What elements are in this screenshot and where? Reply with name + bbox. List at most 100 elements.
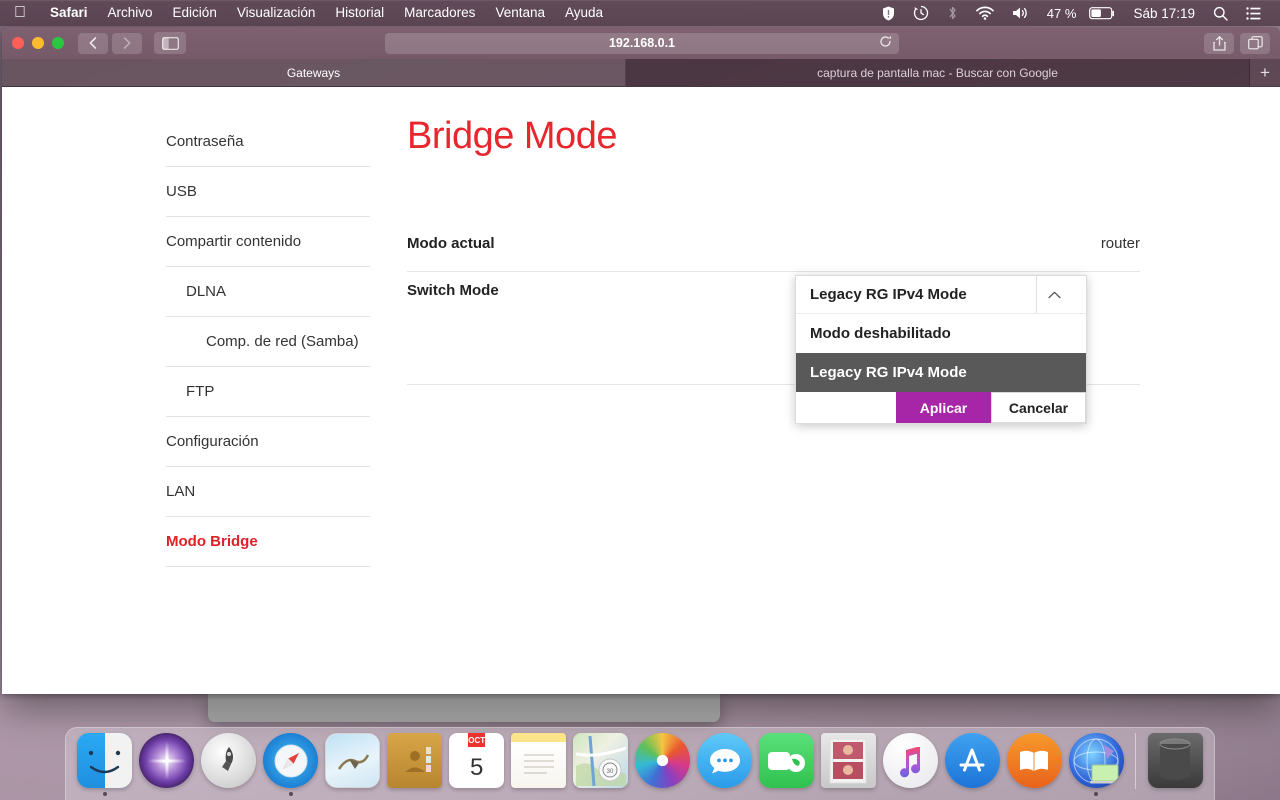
notification-center-icon[interactable] — [1237, 0, 1270, 26]
photo-booth-icon — [820, 733, 876, 788]
dock-item-messages[interactable] — [696, 733, 754, 799]
sidebar-item-dlna[interactable]: DLNA — [166, 267, 370, 317]
zoom-window-button[interactable] — [52, 37, 64, 49]
new-tab-button[interactable]: + — [1250, 59, 1280, 86]
sidebar-item-contrasena[interactable]: Contraseña — [166, 117, 370, 167]
back-button[interactable] — [78, 32, 108, 54]
menu-item-ventana[interactable]: Ventana — [485, 0, 555, 26]
calendar-day: 5 — [470, 753, 484, 781]
share-icon[interactable] — [1204, 32, 1234, 54]
dropdown-option-legacy-rg-ipv4[interactable]: Legacy RG IPv4 Mode — [796, 353, 1086, 392]
volume-icon[interactable] — [1003, 0, 1038, 26]
aplicar-button[interactable]: Aplicar — [896, 392, 991, 423]
calendar-month: OCT — [468, 733, 486, 747]
menu-item-safari[interactable]: Safari — [40, 0, 98, 26]
launchpad-icon — [201, 733, 257, 788]
sidebar-item-label: Comp. de red (Samba) — [206, 333, 359, 350]
forward-button[interactable] — [112, 32, 142, 54]
cancelar-button[interactable]: Cancelar — [991, 392, 1086, 423]
dock-item-photos[interactable] — [634, 733, 692, 799]
dock-item-mail[interactable] — [324, 733, 382, 799]
facetime-icon — [758, 733, 814, 788]
time-machine-icon[interactable] — [904, 0, 938, 26]
dock-item-calendar[interactable]: OCT 5 — [448, 733, 506, 799]
sidebar-item-label: Modo Bridge — [166, 533, 258, 550]
siri-icon — [139, 733, 195, 788]
ibooks-icon — [1006, 733, 1062, 788]
router-settings-sidebar: Contraseña USB Compartir contenido DLNA … — [2, 87, 372, 694]
battery-icon[interactable] — [1080, 0, 1124, 26]
tab-overview-icon[interactable] — [1240, 32, 1270, 54]
modo-actual-label: Modo actual — [407, 235, 495, 252]
tab-google-search[interactable]: captura de pantalla mac - Buscar con Goo… — [626, 59, 1250, 86]
photos-icon — [635, 733, 691, 788]
dock-item-facetime[interactable] — [757, 733, 815, 799]
itunes-icon — [882, 733, 938, 788]
sidebar-item-configuracion[interactable]: Configuración — [166, 417, 370, 467]
clock-label[interactable]: Sáb 17:19 — [1124, 6, 1204, 21]
browser-tab-bar: Gateways captura de pantalla mac - Busca… — [2, 59, 1280, 87]
sidebar-item-samba[interactable]: Comp. de red (Samba) — [166, 317, 370, 367]
sidebar-item-ftp[interactable]: FTP — [166, 367, 370, 417]
wifi-icon[interactable] — [967, 0, 1003, 26]
dock-item-safari[interactable] — [262, 733, 320, 799]
sidebar-item-usb[interactable]: USB — [166, 167, 370, 217]
dock-item-app-store[interactable] — [943, 733, 1001, 799]
background-window[interactable] — [208, 692, 720, 722]
dock-item-trash[interactable] — [1146, 733, 1204, 799]
row-modo-actual: Modo actual router — [407, 216, 1140, 272]
menu-item-edicion[interactable]: Edición — [163, 0, 227, 26]
mail-icon — [325, 733, 381, 788]
spotlight-search-icon[interactable] — [1204, 0, 1237, 26]
app-store-icon — [944, 733, 1000, 788]
sidebar-item-lan[interactable]: LAN — [166, 467, 370, 517]
apple-menu-icon[interactable]:  — [12, 4, 28, 22]
reload-icon[interactable] — [879, 35, 892, 51]
sidebar-toggle-icon[interactable] — [154, 32, 186, 54]
notes-icon — [511, 733, 567, 788]
window-traffic-lights — [12, 37, 64, 49]
chevron-up-icon[interactable] — [1036, 276, 1072, 313]
navigation-buttons — [78, 32, 142, 54]
browser-titlebar: 192.168.0.1 — [2, 27, 1280, 59]
dock-item-notes[interactable] — [510, 733, 568, 799]
address-bar[interactable]: 192.168.0.1 — [385, 32, 899, 54]
switch-mode-dropdown[interactable]: Legacy RG IPv4 Mode Modo deshabilitado L… — [795, 275, 1087, 424]
dock-item-siri[interactable] — [138, 733, 196, 799]
bluetooth-icon[interactable] — [938, 0, 967, 26]
dropdown-option-modo-deshabilitado[interactable]: Modo deshabilitado — [796, 314, 1086, 353]
menu-item-historial[interactable]: Historial — [325, 0, 394, 26]
shield-icon[interactable] — [873, 0, 904, 26]
messages-icon — [697, 733, 752, 788]
macos-menu-bar:  Safari Archivo Edición Visualización H… — [0, 0, 1280, 26]
menu-item-ayuda[interactable]: Ayuda — [555, 0, 613, 26]
menu-item-visualizacion[interactable]: Visualización — [227, 0, 326, 26]
dropdown-selected-label: Legacy RG IPv4 Mode — [810, 286, 967, 303]
sidebar-item-label: FTP — [186, 383, 215, 400]
menu-item-archivo[interactable]: Archivo — [98, 0, 163, 26]
sidebar-item-modo-bridge[interactable]: Modo Bridge — [166, 517, 370, 567]
safari-browser-window: 192.168.0.1 Gateways captura de pantalla… — [2, 27, 1280, 694]
dock-item-photo-booth[interactable] — [819, 733, 877, 799]
dock-item-maps[interactable]: 30 — [572, 733, 630, 799]
dock-item-finder[interactable] — [76, 733, 134, 799]
dock-item-launchpad[interactable] — [200, 733, 258, 799]
sidebar-item-compartir-contenido[interactable]: Compartir contenido — [166, 217, 370, 267]
minimize-window-button[interactable] — [32, 37, 44, 49]
tab-gateways[interactable]: Gateways — [2, 59, 626, 86]
running-indicator — [1094, 792, 1099, 796]
safari-icon — [263, 733, 319, 788]
modo-actual-value: router — [1100, 235, 1140, 252]
close-window-button[interactable] — [12, 37, 24, 49]
dock-item-contacts[interactable] — [386, 733, 444, 799]
running-indicator — [288, 792, 293, 796]
menu-item-marcadores[interactable]: Marcadores — [394, 0, 485, 26]
dock-item-itunes[interactable] — [881, 733, 939, 799]
dropdown-selected-value[interactable]: Legacy RG IPv4 Mode — [796, 276, 1086, 314]
dock-item-screen-sharing[interactable] — [1067, 733, 1125, 799]
page-title: Bridge Mode — [407, 115, 617, 157]
maps-icon: 30 — [573, 733, 629, 788]
sidebar-item-label: Contraseña — [166, 133, 244, 150]
dock-item-ibooks[interactable] — [1005, 733, 1063, 799]
trash-icon — [1147, 733, 1203, 788]
